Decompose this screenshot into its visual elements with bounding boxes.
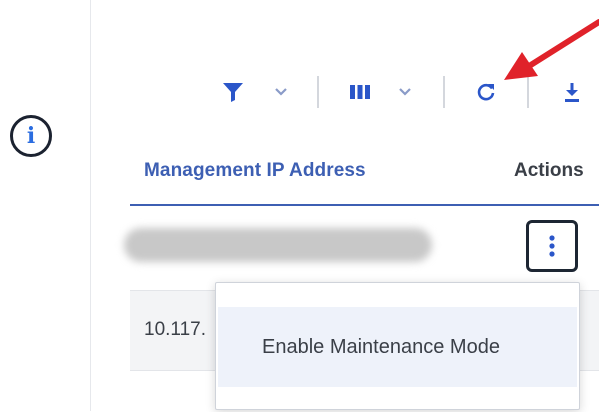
toolbar-divider — [317, 76, 319, 108]
row-actions-menu: Enable Maintenance Mode — [215, 282, 580, 410]
column-header-management-ip[interactable]: Management IP Address — [144, 160, 366, 182]
filter-dropdown-chevron[interactable] — [271, 72, 291, 112]
filter-button[interactable] — [217, 72, 249, 112]
annotation-arrow — [504, 19, 599, 80]
row-actions-button[interactable] — [526, 220, 578, 272]
columns-icon — [350, 85, 370, 99]
chevron-down-icon — [275, 88, 287, 96]
kebab-menu-icon — [549, 235, 555, 257]
menu-item-enable-maintenance-mode[interactable]: Enable Maintenance Mode — [218, 307, 577, 387]
toolbar-divider — [443, 76, 445, 108]
chevron-down-icon — [399, 88, 411, 96]
info-icon[interactable]: i — [10, 115, 52, 157]
ip-address-cell: 10.117. — [144, 319, 206, 340]
columns-button[interactable] — [345, 72, 375, 112]
redacted-ip-value — [124, 228, 432, 262]
menu-item-label: Enable Maintenance Mode — [262, 335, 500, 358]
grid-header: Management IP Address Actions — [130, 140, 599, 206]
columns-dropdown-chevron[interactable] — [395, 72, 415, 112]
table-row — [124, 206, 599, 288]
filter-icon — [223, 83, 243, 102]
column-header-actions: Actions — [514, 160, 584, 181]
left-gutter: i — [0, 0, 91, 411]
